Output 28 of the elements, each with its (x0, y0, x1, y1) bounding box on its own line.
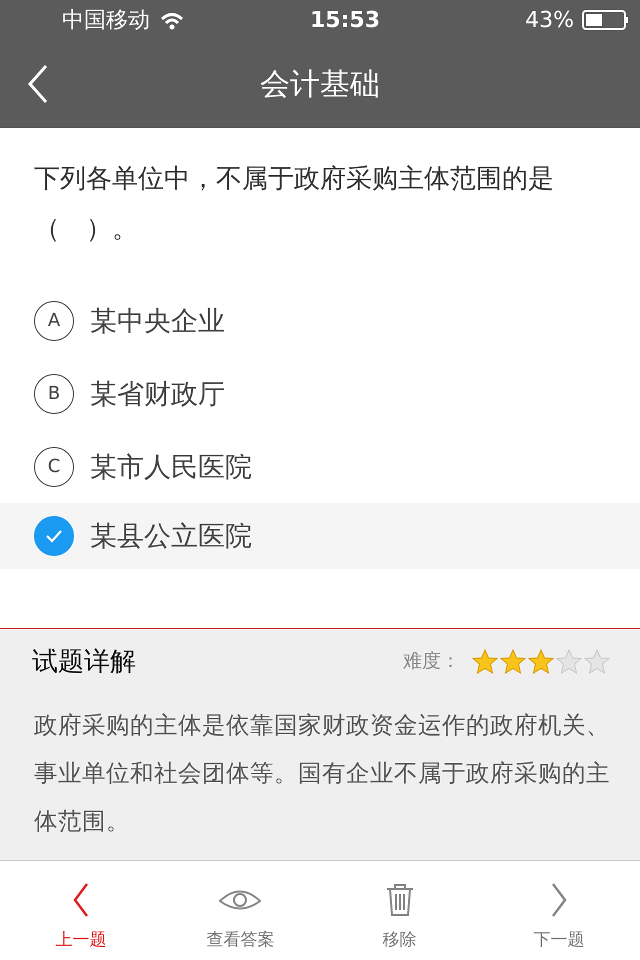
answer-option[interactable]: B 某省财政厅 (0, 357, 640, 430)
empty-star-icon (584, 648, 610, 674)
star-icon (472, 648, 498, 674)
chevron-left-icon (71, 882, 91, 918)
star-icon (528, 648, 554, 674)
answer-option[interactable]: C 某市人民医院 (0, 430, 640, 503)
toolbar-button[interactable]: 查看答案 (165, 861, 316, 959)
answer-option[interactable]: A 某中央企业 (0, 284, 640, 357)
explanation-text: 政府采购的主体是依靠国家财政资金运作的政府机关、事业单位和社会团体等。国有企业不属于政府采购的主体范围。 (33, 710, 611, 837)
option-letter: A (34, 300, 74, 340)
back-icon[interactable] (26, 64, 48, 104)
difficulty-label: 难度： (403, 649, 460, 674)
battery-percent: 43% (525, 8, 574, 32)
clock-time: 15:53 (310, 8, 380, 32)
option-letter: B (34, 374, 74, 414)
section-title: 试题详解 (32, 646, 137, 678)
wifi-icon (160, 10, 184, 30)
toolbar-button[interactable]: 上一题 (6, 861, 156, 959)
star-icon (500, 648, 526, 674)
answer-option[interactable]: 某县公立医院 (0, 503, 640, 569)
battery-icon (582, 10, 628, 30)
option-letter: C (34, 446, 74, 486)
empty-star-icon (556, 648, 582, 674)
carrier-name: 中国移动 (62, 7, 150, 35)
toolbar-button[interactable]: 移除 (324, 861, 475, 959)
question-text: 下列各单位中，不属于政府采购主体范围的是（ ）。 (33, 163, 555, 246)
page-title: 会计基础 (260, 66, 380, 104)
toolbar-button[interactable]: 下一题 (484, 861, 634, 959)
